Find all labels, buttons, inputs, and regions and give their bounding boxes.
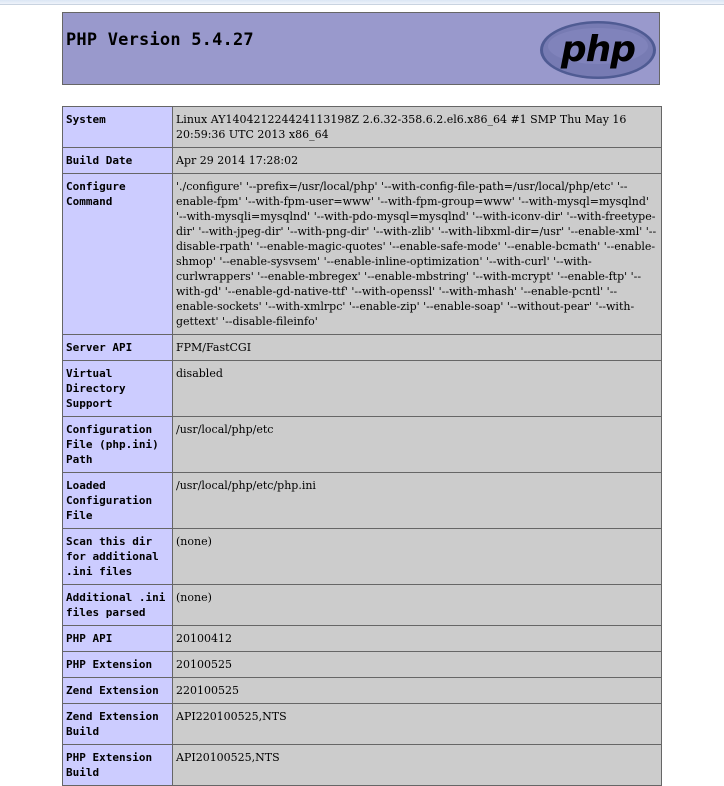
- table-row: PHP API 20100412: [62, 625, 662, 652]
- table-row: Zend Extension 220100525: [62, 677, 662, 704]
- php-logo-link[interactable]: php php: [539, 20, 657, 84]
- row-value: 20100525: [172, 651, 662, 678]
- table-row: Server API FPM/FastCGI: [62, 334, 662, 361]
- row-label: Zend Extension Build: [62, 703, 173, 745]
- row-label: Scan this dir for additional .ini files: [62, 528, 173, 585]
- row-label: System: [62, 106, 173, 148]
- row-value: /usr/local/php/etc/php.ini: [172, 472, 662, 529]
- row-value: disabled: [172, 360, 662, 417]
- row-value: (none): [172, 528, 662, 585]
- row-label: Loaded Configuration File: [62, 472, 173, 529]
- row-label: Server API: [62, 334, 173, 361]
- table-row: Virtual Directory Support disabled: [62, 360, 662, 417]
- table-row: PHP Extension 20100525: [62, 651, 662, 678]
- row-label: Configure Command: [62, 173, 173, 335]
- row-value: 220100525: [172, 677, 662, 704]
- row-label: Virtual Directory Support: [62, 360, 173, 417]
- browser-top-edge: [0, 0, 724, 5]
- phpinfo-table: System Linux AY140421224424113198Z 2.6.32…: [62, 106, 662, 786]
- row-label: Additional .ini files parsed: [62, 584, 173, 626]
- row-value: API20100525,NTS: [172, 744, 662, 786]
- row-value: (none): [172, 584, 662, 626]
- table-row: Build Date Apr 29 2014 17:28:02: [62, 147, 662, 174]
- table-row: Additional .ini files parsed (none): [62, 584, 662, 626]
- row-label: Build Date: [62, 147, 173, 174]
- table-row: Loaded Configuration File/usr/local/php/…: [62, 472, 662, 529]
- row-label: Configuration File (php.ini) Path: [62, 416, 173, 473]
- row-value: /usr/local/php/etc: [172, 416, 662, 473]
- row-label: PHP Extension: [62, 651, 173, 678]
- php-logo-icon: php php: [540, 21, 656, 79]
- row-label: PHP API: [62, 625, 173, 652]
- phpinfo-header: PHP Version 5.4.27 php php: [62, 12, 660, 85]
- row-value: API220100525,NTS: [172, 703, 662, 745]
- row-label: PHP Extension Build: [62, 744, 173, 786]
- row-value: Linux AY140421224424113198Z 2.6.32-358.6…: [172, 106, 662, 148]
- table-row: Zend Extension Build API220100525,NTS: [62, 703, 662, 745]
- table-row: System Linux AY140421224424113198Z 2.6.32…: [62, 106, 662, 148]
- table-row: Configure Command './configure' '--prefix…: [62, 173, 662, 335]
- row-value: Apr 29 2014 17:28:02: [172, 147, 662, 174]
- table-row: Scan this dir for additional .ini files(…: [62, 528, 662, 585]
- row-value: FPM/FastCGI: [172, 334, 662, 361]
- row-label: Zend Extension: [62, 677, 173, 704]
- row-value: './configure' '--prefix=/usr/local/php' …: [172, 173, 662, 335]
- table-row: PHP Extension Build API20100525,NTS: [62, 744, 662, 786]
- page-title: PHP Version 5.4.27: [66, 30, 254, 50]
- table-row: Configuration File (php.ini) Path/usr/lo…: [62, 416, 662, 473]
- row-value: 20100412: [172, 625, 662, 652]
